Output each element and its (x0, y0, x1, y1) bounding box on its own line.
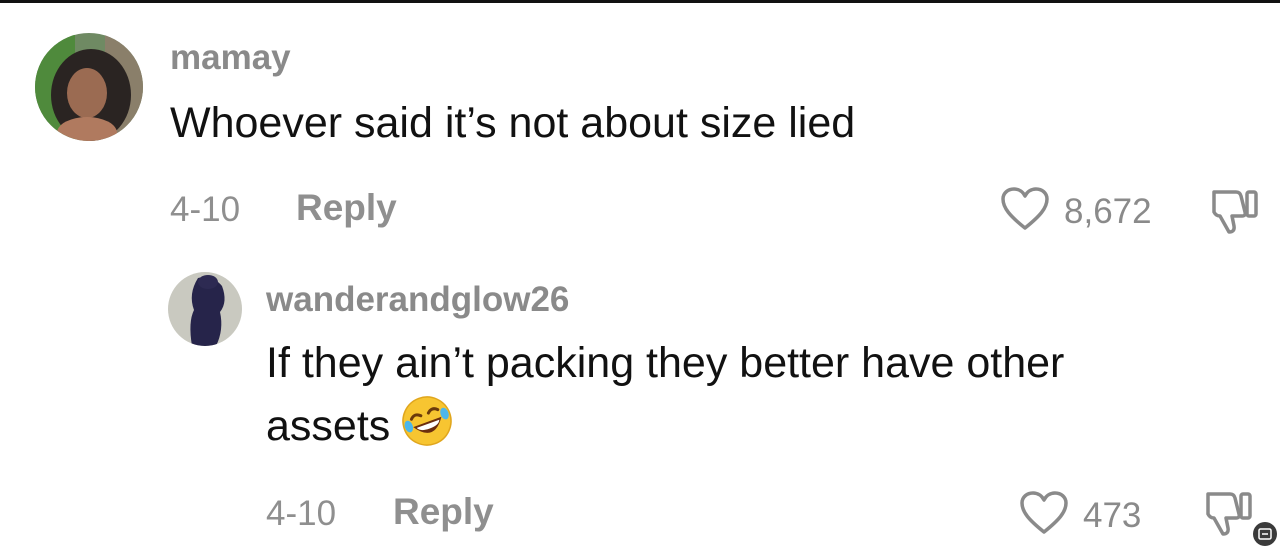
heart-outline-icon (1019, 490, 1069, 541)
reply-button[interactable]: Reply (393, 491, 494, 533)
comment-username[interactable]: mamay (170, 38, 291, 78)
comment-text-line: assets (266, 402, 391, 450)
reply-button[interactable]: Reply (296, 187, 397, 229)
heart-outline-icon (1000, 186, 1050, 237)
thumbs-down-outline-icon[interactable] (1200, 488, 1254, 543)
like-button[interactable]: 8,672 (1000, 186, 1152, 237)
comment-date: 4-10 (170, 190, 241, 229)
like-count: 473 (1083, 495, 1142, 535)
comment-text: Whoever said it’s not about size lied (170, 99, 856, 147)
comment-date: 4-10 (266, 494, 337, 533)
thumbs-down-outline-icon[interactable] (1206, 186, 1260, 241)
comment-username[interactable]: wanderandglow26 (266, 280, 569, 320)
screen-capture-icon[interactable] (1253, 522, 1277, 546)
comment-text-line: If they ain’t packing they better have o… (266, 339, 1065, 387)
like-button[interactable]: 473 (1019, 490, 1141, 541)
rolling-on-floor-laughing-emoji (400, 394, 454, 465)
avatar[interactable] (168, 272, 242, 346)
like-count: 8,672 (1064, 191, 1152, 231)
comment-text: If they ain’t packing they better have o… (266, 332, 1226, 465)
avatar[interactable] (35, 33, 143, 141)
top-divider (0, 0, 1280, 3)
